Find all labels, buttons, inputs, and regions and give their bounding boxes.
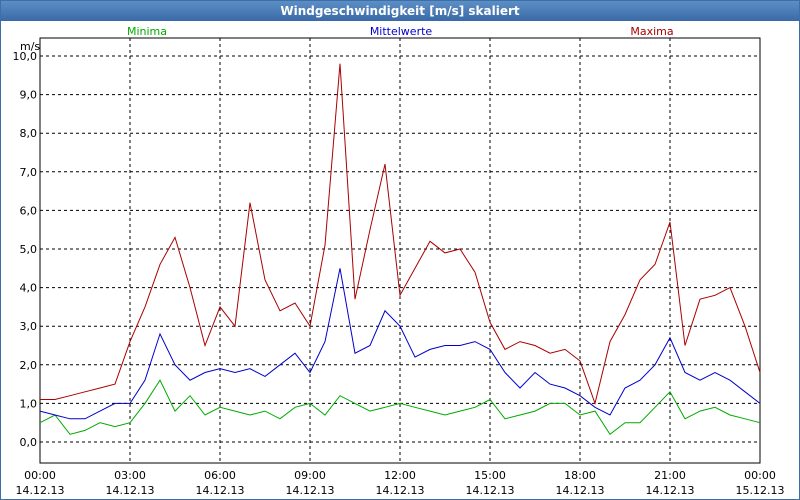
y-tick-label: 4,0 (20, 282, 38, 295)
legend-mittelwerte: Mittelwerte (370, 25, 433, 38)
y-tick-label: 1,0 (20, 397, 38, 410)
x-tick-time: 12:00 (384, 469, 416, 482)
x-tick-time: 18:00 (564, 469, 596, 482)
y-tick-label: 0,0 (20, 436, 38, 449)
x-tick-time: 15:00 (474, 469, 506, 482)
legend-maxima: Maxima (630, 25, 673, 38)
x-tick-time: 03:00 (114, 469, 146, 482)
y-tick-label: 5,0 (20, 243, 38, 256)
axis-labels: 0,01,02,03,04,05,06,07,08,09,010,000:001… (13, 40, 785, 497)
x-tick-date: 14.12.13 (556, 484, 605, 497)
x-tick-date: 14.12.13 (286, 484, 335, 497)
x-tick-date: 15.12.13 (736, 484, 785, 497)
y-tick-label: 8,0 (20, 127, 38, 140)
x-tick-date: 14.12.13 (196, 484, 245, 497)
legend-minima: Minima (127, 25, 167, 38)
x-tick-date: 14.12.13 (16, 484, 65, 497)
x-tick-date: 14.12.13 (646, 484, 695, 497)
x-tick-time: 21:00 (654, 469, 686, 482)
y-tick-label: 6,0 (20, 204, 38, 217)
y-tick-label: 2,0 (20, 359, 38, 372)
x-tick-time: 06:00 (204, 469, 236, 482)
line-chart: 0,01,02,03,04,05,06,07,08,09,010,000:001… (13, 25, 785, 497)
x-tick-date: 14.12.13 (376, 484, 425, 497)
x-tick-date: 14.12.13 (106, 484, 155, 497)
x-tick-time: 09:00 (294, 469, 326, 482)
y-tick-label: 3,0 (20, 320, 38, 333)
y-axis-unit: m/s (20, 40, 40, 53)
x-tick-time: 00:00 (744, 469, 776, 482)
y-tick-label: 7,0 (20, 166, 38, 179)
x-tick-time: 00:00 (24, 469, 56, 482)
y-tick-label: 9,0 (20, 89, 38, 102)
x-tick-date: 14.12.13 (466, 484, 515, 497)
legend: Minima Mittelwerte Maxima (127, 25, 674, 38)
